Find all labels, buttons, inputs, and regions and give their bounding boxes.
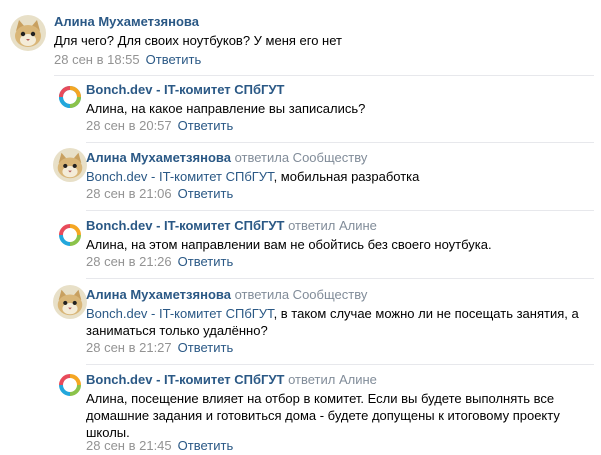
author-name-link[interactable]: Алина Мухаметзянова <box>86 287 231 302</box>
comment-meta: 28 сен в 21:45 Ответить <box>86 438 233 454</box>
comment-meta: 28 сен в 21:26 Ответить <box>86 254 233 270</box>
author-name-link[interactable]: Алина Мухаметзянова <box>86 150 231 165</box>
comment-text: Bonch.dev - IT-комитет СПбГУТ, в таком с… <box>86 305 591 339</box>
reply-button[interactable]: Ответить <box>178 438 234 453</box>
cat-avatar[interactable] <box>53 148 87 182</box>
community-logo-icon[interactable] <box>53 368 87 402</box>
comment-author: Bonch.dev - IT-комитет СПбГУТ ответил Ал… <box>86 372 377 388</box>
comment-text: Для чего? Для своих ноутбуков? У меня ег… <box>54 33 342 48</box>
comment-meta: 28 сен в 21:27 Ответить <box>86 340 233 356</box>
replied-to-label: ответила Сообществу <box>234 150 368 165</box>
comment-text: Алина, на какое направление вы записалис… <box>86 101 366 116</box>
comment-meta: 28 сен в 20:57 Ответить <box>86 118 233 134</box>
divider <box>86 278 594 279</box>
reply-button[interactable]: Ответить <box>178 118 234 133</box>
reply-button[interactable]: Ответить <box>146 52 202 67</box>
community-logo-icon[interactable] <box>53 80 87 114</box>
reply-button[interactable]: Ответить <box>178 254 234 269</box>
reply-button[interactable]: Ответить <box>178 186 234 201</box>
comment-timestamp[interactable]: 28 сен в 21:26 <box>86 254 172 269</box>
divider <box>54 75 594 76</box>
author-name-link[interactable]: Bonch.dev - IT-комитет СПбГУТ <box>86 82 284 97</box>
replied-to-label: ответил Алине <box>288 218 377 233</box>
comment-timestamp[interactable]: 28 сен в 21:27 <box>86 340 172 355</box>
comment-text-content: , мобильная разработка <box>273 169 420 184</box>
replied-to-label: ответил Алине <box>288 372 377 387</box>
comment-timestamp[interactable]: 28 сен в 18:55 <box>54 52 140 67</box>
divider <box>86 364 594 365</box>
comment-author: Алина Мухаметзянова ответила Сообществу <box>86 150 367 166</box>
cat-avatar[interactable] <box>10 15 46 51</box>
comment-text: Bonch.dev - IT-комитет СПбГУТ, мобильная… <box>86 168 586 185</box>
mention-link[interactable]: Bonch.dev - IT-комитет СПбГУТ <box>86 169 274 184</box>
mention-link[interactable]: Bonch.dev - IT-комитет СПбГУТ <box>86 306 274 321</box>
community-logo-icon[interactable] <box>53 218 87 252</box>
comment-author: Bonch.dev - IT-комитет СПбГУТ ответил Ал… <box>86 218 377 234</box>
divider <box>86 142 594 143</box>
author-name-link[interactable]: Bonch.dev - IT-комитет СПбГУТ <box>86 372 284 387</box>
reply-button[interactable]: Ответить <box>178 340 234 355</box>
divider <box>86 210 594 211</box>
comment-text: Алина, на этом направлении вам не обойти… <box>86 237 492 252</box>
comment-author: Алина Мухаметзянова <box>54 14 199 30</box>
comment-meta: 28 сен в 21:06 Ответить <box>86 186 233 202</box>
comment-author: Bonch.dev - IT-комитет СПбГУТ <box>86 82 284 98</box>
author-name-link[interactable]: Алина Мухаметзянова <box>54 14 199 29</box>
comment-timestamp[interactable]: 28 сен в 21:06 <box>86 186 172 201</box>
comment-author: Алина Мухаметзянова ответила Сообществу <box>86 287 367 303</box>
comment-timestamp[interactable]: 28 сен в 21:45 <box>86 438 172 453</box>
cat-avatar[interactable] <box>53 285 87 319</box>
comment-text: Алина, посещение влияет на отбор в комит… <box>86 391 560 440</box>
comment-meta: 28 сен в 18:55 Ответить <box>54 52 201 68</box>
comment-timestamp[interactable]: 28 сен в 20:57 <box>86 118 172 133</box>
author-name-link[interactable]: Bonch.dev - IT-комитет СПбГУТ <box>86 218 284 233</box>
replied-to-label: ответила Сообществу <box>234 287 368 302</box>
